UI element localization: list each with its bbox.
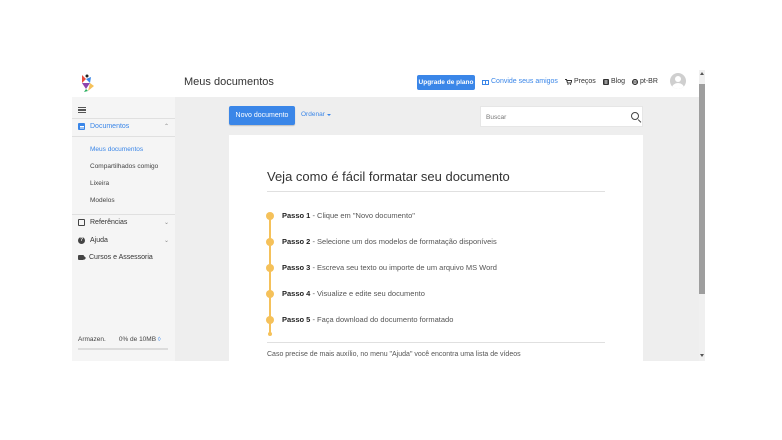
sidebar-divider: [72, 118, 175, 119]
step-text: Passo 3 - Escreva seu texto ou importe d…: [282, 263, 497, 272]
blog-link[interactable]: Blog: [603, 78, 625, 85]
sidebar-subitem-shared[interactable]: Compartilhados comigo: [90, 163, 158, 170]
step-text: Passo 1 - Clique em "Novo documento": [282, 211, 415, 220]
page-title: Meus documentos: [184, 76, 274, 88]
sidebar-item-references[interactable]: Referências ⌄: [78, 219, 169, 226]
timeline-dot-icon: [266, 263, 274, 272]
step-item: Passo 4 - Visualize e edite seu document…: [266, 289, 425, 298]
timeline-dot-icon: [266, 237, 274, 246]
sidebar-item-label: Ajuda: [90, 237, 108, 244]
invite-friends-link[interactable]: Convide seus amigos: [482, 78, 558, 85]
language-selector[interactable]: pt-BR: [632, 78, 658, 85]
document-icon: [78, 123, 85, 130]
sidebar-item-help[interactable]: ? Ajuda ⌄: [78, 237, 169, 244]
timeline-dot-icon: [266, 289, 274, 298]
step-item: Passo 1 - Clique em "Novo documento": [266, 211, 415, 220]
upgrade-plan-button[interactable]: Upgrade de plano: [417, 75, 475, 90]
storage-progress-bar: [78, 348, 168, 350]
sidebar-item-documents[interactable]: Documentos ⌃: [78, 123, 169, 130]
sidebar-item-label: Referências: [90, 219, 128, 226]
step-item: Passo 2 - Selecione um dos modelos de fo…: [266, 237, 497, 246]
chevron-down-icon: ⌄: [163, 220, 169, 226]
storage-value[interactable]: 0% de 10MB: [119, 336, 161, 343]
step-text: Passo 5 - Faça download do documento for…: [282, 315, 454, 324]
globe-icon: [632, 78, 638, 85]
scroll-up-arrow-icon[interactable]: [700, 72, 704, 75]
blog-label: Blog: [611, 78, 626, 85]
chevron-down-icon: ⌄: [163, 238, 169, 244]
search-input[interactable]: [486, 111, 616, 123]
prices-link[interactable]: Preços: [565, 78, 596, 85]
sidebar-subitem-my-documents[interactable]: Meus documentos: [90, 146, 143, 153]
step-item: Passo 3 - Escreva seu texto ou importe d…: [266, 263, 497, 272]
sidebar-subitem-templates[interactable]: Modelos: [90, 197, 115, 204]
help-footer-text: Caso precise de mais auxílio, no menu "A…: [267, 351, 521, 358]
card-title: Veja como é fácil formatar seu documento: [267, 169, 510, 184]
order-label: Ordenar: [301, 111, 325, 118]
search-box: [480, 106, 643, 127]
sidebar: Documentos ⌃ Meus documentos Compartilha…: [72, 97, 175, 361]
blog-icon: [603, 78, 609, 85]
sidebar-item-courses[interactable]: Cursos e Assessoria: [78, 254, 169, 261]
timeline-end-dot-icon: [268, 332, 272, 336]
language-label: pt-BR: [640, 78, 658, 85]
new-document-button[interactable]: Novo documento: [229, 106, 295, 125]
timeline-dot-icon: [266, 315, 274, 324]
prices-label: Preços: [574, 78, 596, 85]
sidebar-subitem-trash[interactable]: Lixeira: [90, 180, 109, 187]
sidebar-item-label: Documentos: [90, 123, 130, 130]
caret-down-icon: [326, 113, 331, 116]
top-header: Meus documentos Upgrade de plano Convide…: [72, 70, 699, 97]
hamburger-menu-icon[interactable]: [78, 107, 86, 113]
invite-label: Convide seus amigos: [491, 78, 558, 85]
divider: [267, 191, 605, 192]
order-dropdown[interactable]: Ordenar: [301, 111, 331, 118]
video-camera-icon: [78, 255, 84, 260]
sidebar-item-label: Cursos e Assessoria: [89, 254, 153, 261]
sidebar-divider: [72, 214, 175, 215]
step-item: Passo 5 - Faça download do documento for…: [266, 315, 453, 324]
timeline-dot-icon: [266, 211, 274, 220]
scroll-down-arrow-icon[interactable]: [700, 354, 704, 357]
search-icon[interactable]: [631, 112, 639, 120]
sidebar-divider: [72, 136, 175, 137]
storage-info: Armazen. 0% de 10MB: [78, 336, 170, 343]
app-logo-icon[interactable]: [78, 73, 96, 93]
main-content: Novo documento Ordenar Veja como é fácil…: [175, 97, 699, 361]
step-text: Passo 2 - Selecione um dos modelos de fo…: [282, 237, 497, 246]
app-window: Meus documentos Upgrade de plano Convide…: [72, 70, 705, 361]
chevron-up-icon: ⌃: [163, 124, 169, 130]
page-scrollbar[interactable]: [699, 70, 705, 361]
gift-icon: [482, 79, 489, 85]
storage-label: Armazen.: [78, 336, 106, 343]
cart-icon: [565, 78, 572, 85]
getting-started-card: Veja como é fácil formatar seu documento…: [229, 135, 643, 361]
scrollbar-thumb[interactable]: [699, 84, 705, 294]
user-avatar[interactable]: [670, 73, 686, 89]
help-icon: ?: [78, 237, 85, 244]
step-text: Passo 4 - Visualize e edite seu document…: [282, 289, 425, 298]
bookmark-icon: [78, 219, 85, 226]
divider: [267, 342, 605, 343]
